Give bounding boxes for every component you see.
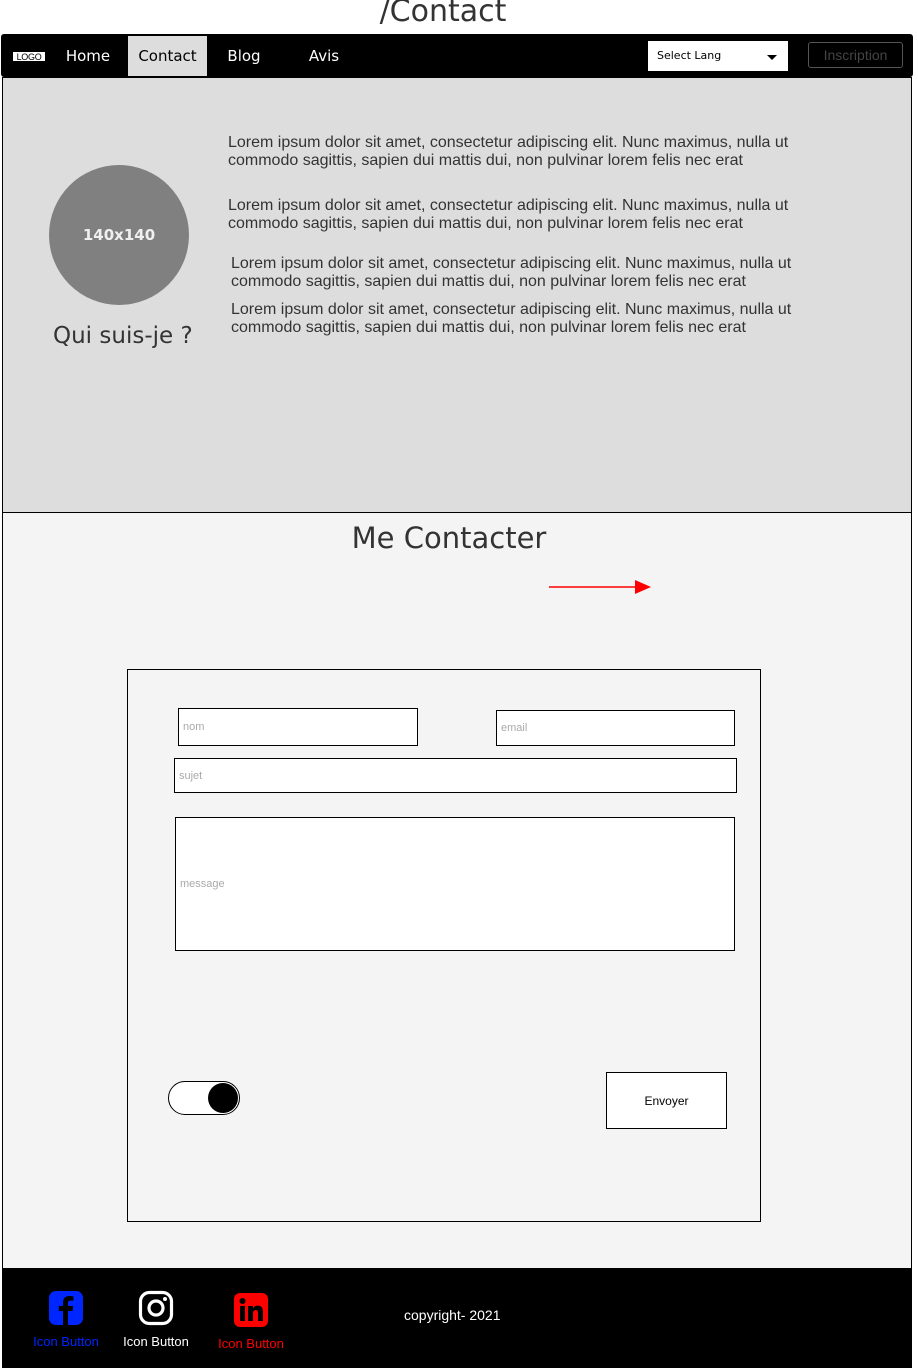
about-paragraph: Lorem ipsum dolor sit amet, consectetur … <box>231 301 792 336</box>
language-select[interactable]: Select Lang <box>648 41 788 71</box>
footer: Icon Button Icon Button Icon Button copy… <box>2 1268 912 1368</box>
name-field[interactable]: nom <box>178 708 418 746</box>
instagram-icon <box>138 1290 174 1326</box>
copyright-text: copyright- 2021 <box>404 1307 501 1323</box>
avatar: 140x140 <box>49 165 189 305</box>
email-placeholder: email <box>501 722 528 734</box>
about-paragraph: Lorem ipsum dolor sit amet, consectetur … <box>231 255 792 290</box>
toggle-switch[interactable] <box>168 1081 240 1115</box>
subject-placeholder: sujet <box>179 769 203 782</box>
facebook-button-label: Icon Button <box>33 1334 99 1349</box>
arrow-right-icon <box>549 580 651 594</box>
about-heading: Qui suis-je ? <box>53 323 193 349</box>
instagram-button-label: Icon Button <box>123 1334 189 1349</box>
message-placeholder: message <box>180 878 225 890</box>
name-placeholder: nom <box>183 721 205 733</box>
send-button[interactable]: Envoyer <box>606 1072 727 1129</box>
logo[interactable]: LOGO <box>12 51 46 62</box>
nav-item-avis[interactable]: Avis <box>294 36 354 76</box>
about-paragraph: Lorem ipsum dolor sit amet, consectetur … <box>228 197 789 232</box>
instagram-button[interactable]: Icon Button <box>116 1290 196 1349</box>
email-field[interactable]: email <box>496 710 735 746</box>
message-field[interactable]: message <box>175 817 735 951</box>
linkedin-icon <box>234 1293 268 1327</box>
nav-item-home[interactable]: Home <box>58 36 118 76</box>
contact-form: nom email sujet message Envoyer <box>127 669 761 1222</box>
chevron-down-icon <box>767 55 777 60</box>
nav-item-contact[interactable]: Contact <box>128 36 207 76</box>
navbar: LOGO Home Contact Blog Avis Select Lang … <box>1 34 913 77</box>
facebook-icon <box>49 1291 83 1325</box>
avatar-placeholder-label: 140x140 <box>82 226 156 244</box>
page-title: /Contact <box>379 0 507 29</box>
toggle-knob <box>208 1083 238 1113</box>
about-paragraph: Lorem ipsum dolor sit amet, consectetur … <box>228 134 789 169</box>
linkedin-button-label: Icon Button <box>218 1336 284 1351</box>
contact-section: Me Contacter nom email sujet message Env… <box>2 513 912 1268</box>
about-section: 140x140 Qui suis-je ? Lorem ipsum dolor … <box>2 77 912 513</box>
language-select-value: Select Lang <box>657 49 722 62</box>
signup-button[interactable]: Inscription <box>808 42 903 68</box>
nav-item-blog[interactable]: Blog <box>214 36 274 76</box>
facebook-button[interactable]: Icon Button <box>26 1290 106 1349</box>
linkedin-button[interactable]: Icon Button <box>211 1292 291 1351</box>
subject-field[interactable]: sujet <box>174 758 737 793</box>
contact-title: Me Contacter <box>351 521 547 555</box>
